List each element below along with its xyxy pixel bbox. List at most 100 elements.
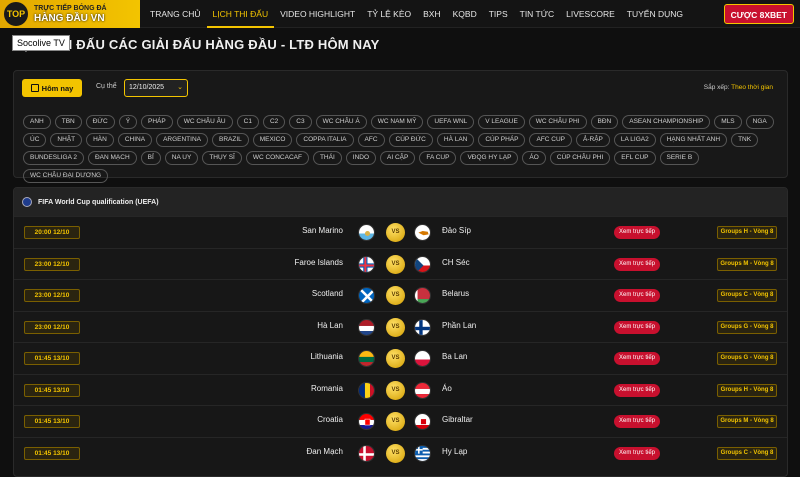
match-row[interactable]: 23:00 12/10 Scotland VS Belarus Xem trực tiế…: [14, 279, 787, 311]
league-chip[interactable]: WC CHÂU PHI: [528, 115, 587, 129]
watch-live-button[interactable]: Xem trực tiếp: [614, 320, 660, 334]
league-chip[interactable]: NA UY: [164, 151, 199, 165]
away-team[interactable]: Ba Lan: [442, 352, 467, 361]
watch-live-button[interactable]: Xem trực tiếp: [614, 257, 660, 271]
away-team[interactable]: Belarus: [442, 289, 469, 298]
league-chip[interactable]: COPPA ITALIA: [296, 133, 354, 147]
league-chip[interactable]: ĐAN MẠCH: [87, 151, 137, 165]
away-team[interactable]: Đảo Síp: [442, 226, 471, 235]
nav-standings[interactable]: BXH: [417, 0, 446, 28]
league-chip[interactable]: TNK: [731, 133, 759, 147]
league-chip[interactable]: ARGENTINA: [156, 133, 208, 147]
league-chip[interactable]: ANH: [23, 115, 51, 129]
nav-video-highlight[interactable]: VIDEO HIGHLIGHT: [274, 0, 361, 28]
nav-tips[interactable]: TIPS: [483, 0, 514, 28]
league-chip[interactable]: SERIE B: [659, 151, 700, 165]
match-row[interactable]: 01:45 13/10 Croatia VS Gibraltar Xem trực ti…: [14, 405, 787, 437]
league-chip[interactable]: WC CONCACAF: [245, 151, 309, 165]
league-chip[interactable]: EFL CUP: [614, 151, 656, 165]
match-time: 01:45 13/10: [24, 383, 80, 397]
league-chip[interactable]: PHÁP: [141, 115, 173, 129]
league-chip[interactable]: WC NAM MỸ: [370, 115, 424, 129]
match-row[interactable]: 20:00 12/10 San Marino VS Đảo Síp Xem trực t…: [14, 216, 787, 248]
league-chip[interactable]: THỤY SĨ: [202, 151, 242, 165]
league-chip[interactable]: BRAZIL: [211, 133, 249, 147]
league-chip[interactable]: NHẬT: [50, 133, 83, 147]
league-chip[interactable]: C2: [262, 115, 286, 129]
league-chip[interactable]: NGA: [745, 115, 774, 129]
away-team[interactable]: Áo: [442, 384, 452, 393]
league-chip[interactable]: Ý: [118, 115, 138, 129]
league-chip[interactable]: HÀN: [86, 133, 114, 147]
nav-schedule[interactable]: LỊCH THI ĐẤU: [206, 0, 275, 28]
date-picker[interactable]: 12/10/2025 ⌄: [124, 79, 188, 97]
league-chip[interactable]: LA LIGA2: [613, 133, 656, 147]
league-chip[interactable]: THÁI: [312, 151, 342, 165]
league-chip[interactable]: C1: [236, 115, 259, 129]
league-chip[interactable]: CHINA: [117, 133, 153, 147]
away-team[interactable]: CH Séc: [442, 258, 470, 267]
today-button[interactable]: Hôm nay: [22, 79, 82, 97]
league-chip[interactable]: INDO: [345, 151, 377, 165]
league-chip[interactable]: VĐQG HY LẠP: [460, 151, 519, 165]
league-chip[interactable]: MEXICO: [252, 133, 293, 147]
match-row[interactable]: 23:00 12/10 Faroe Islands VS CH Séc Xem trực…: [14, 247, 787, 280]
away-team[interactable]: Hy Lạp: [442, 447, 467, 456]
match-time: 01:45 13/10: [24, 415, 80, 428]
league-chip[interactable]: V LEAGUE: [478, 115, 525, 129]
league-chip[interactable]: AI CẬP: [380, 151, 416, 165]
league-chip[interactable]: CÚP CHÂU PHI: [549, 151, 611, 165]
league-chip[interactable]: C3: [289, 115, 312, 129]
match-row[interactable]: 01:45 13/10 Romania VS Áo Xem trực tiếp Group…: [14, 373, 787, 406]
nav-livescore[interactable]: LIVESCORE: [560, 0, 621, 28]
match-row[interactable]: 01:45 13/10 Lithuania VS Ba Lan Xem trực tiế…: [14, 342, 787, 374]
home-team[interactable]: Faroe Islands: [295, 258, 343, 267]
league-chip[interactable]: UEFA WNL: [427, 115, 475, 129]
nav-careers[interactable]: TUYỂN DỤNG: [621, 0, 689, 28]
league-chip[interactable]: WC CHÂU ĐẠI DƯƠNG: [23, 169, 109, 183]
watch-live-button[interactable]: Xem trực tiếp: [614, 415, 660, 428]
league-chip[interactable]: HÀ LAN: [436, 133, 475, 147]
nav-home[interactable]: TRANG CHỦ: [144, 0, 207, 28]
league-chip[interactable]: BUNDESLIGA 2: [23, 151, 84, 165]
nav-news[interactable]: TIN TỨC: [514, 0, 561, 28]
watch-live-button[interactable]: Xem trực tiếp: [614, 226, 660, 239]
league-chip[interactable]: TBN: [54, 115, 82, 129]
league-chip[interactable]: BỈ: [140, 151, 161, 165]
league-chip[interactable]: HẠNG NHẤT ANH: [659, 133, 728, 147]
league-chip[interactable]: BĐN: [590, 115, 619, 129]
home-team[interactable]: Đan Mạch: [307, 447, 343, 456]
home-team[interactable]: Hà Lan: [317, 321, 343, 330]
league-chip[interactable]: AFC: [357, 133, 385, 147]
match-row[interactable]: 23:00 12/10 Hà Lan VS Phần Lan Xem trực tiếp…: [14, 310, 787, 343]
watch-live-button[interactable]: Xem trực tiếp: [614, 289, 660, 302]
home-team[interactable]: Scotland: [312, 289, 343, 298]
sort-control[interactable]: Sắp xếp: Theo thời gian: [704, 84, 773, 91]
home-team[interactable]: San Marino: [302, 226, 343, 235]
league-chip[interactable]: CÚP PHÁP: [478, 133, 526, 147]
home-team[interactable]: Romania: [311, 384, 343, 393]
league-chip[interactable]: WC CHÂU Á: [315, 115, 367, 129]
league-chip[interactable]: ÚC: [23, 133, 47, 147]
league-chip[interactable]: WC CHÂU ÂU: [176, 115, 233, 129]
league-chip[interactable]: FA CUP: [419, 151, 457, 165]
league-chip[interactable]: ÁO: [522, 151, 546, 165]
league-chip[interactable]: AFC CUP: [529, 133, 573, 147]
league-chip[interactable]: ASEAN CHAMPIONSHIP: [622, 115, 711, 129]
watch-live-button[interactable]: Xem trực tiếp: [614, 383, 660, 397]
away-team[interactable]: Gibraltar: [442, 415, 473, 424]
nav-results[interactable]: KQBD: [447, 0, 483, 28]
bet-cta-button[interactable]: CƯỢC 8XBET: [723, 4, 794, 24]
match-row[interactable]: 01:45 13/10 Đan Mạch VS Hy Lạp Xem trực tiếp…: [14, 436, 787, 469]
league-chip[interactable]: Ả-RẬP: [576, 133, 610, 147]
league-chip[interactable]: ĐỨC: [85, 115, 115, 129]
watch-live-button[interactable]: Xem trực tiếp: [614, 352, 660, 365]
away-team[interactable]: Phần Lan: [442, 321, 476, 330]
home-team[interactable]: Croatia: [317, 415, 343, 424]
league-chip[interactable]: CÚP ĐỨC: [388, 133, 433, 147]
site-logo[interactable]: TOP TRỰC TIẾP BÓNG ĐÁ HÀNG ĐẦU VN: [0, 0, 140, 28]
nav-odds[interactable]: TỶ LỆ KÈO: [361, 0, 417, 28]
home-team[interactable]: Lithuania: [311, 352, 343, 361]
league-chip[interactable]: MLS: [714, 115, 742, 129]
watch-live-button[interactable]: Xem trực tiếp: [614, 446, 660, 460]
